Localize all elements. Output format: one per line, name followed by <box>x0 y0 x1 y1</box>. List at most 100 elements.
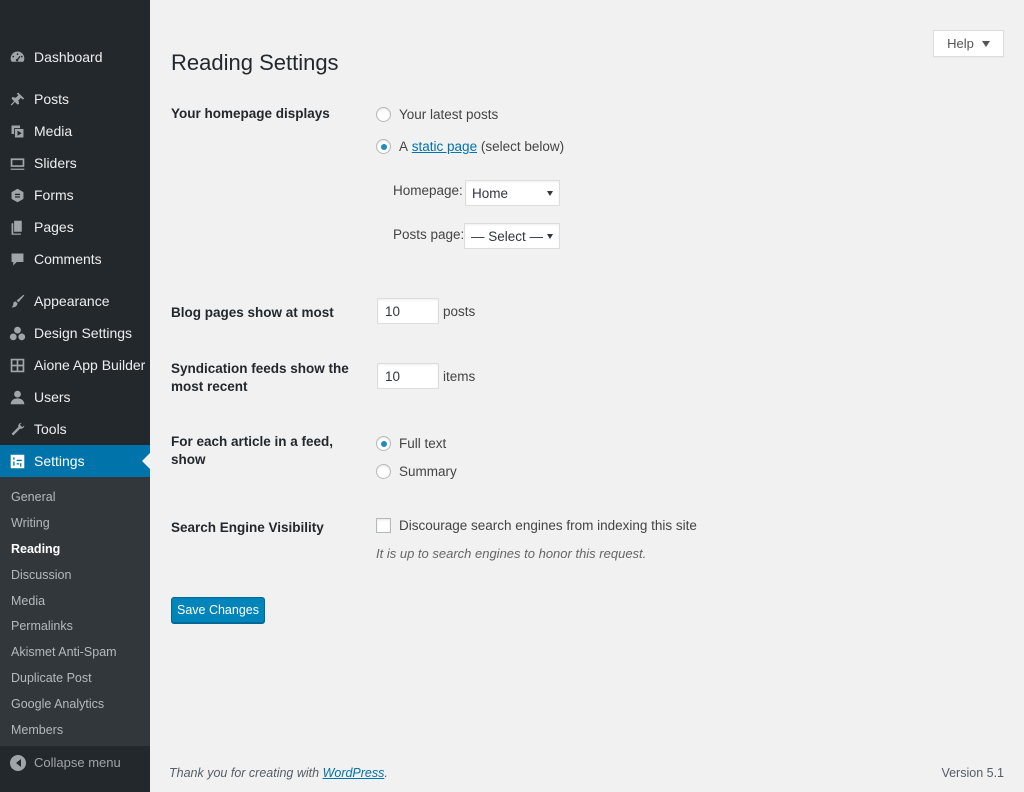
menu-label: Dashboard <box>34 49 103 65</box>
menu-posts[interactable]: Posts <box>0 83 150 115</box>
search-engine-label: Search Engine Visibility <box>171 520 324 535</box>
posts-page-select[interactable]: — Select — <box>464 223 560 249</box>
menu-sliders[interactable]: Sliders <box>0 147 150 179</box>
menu-tools[interactable]: Tools <box>0 413 150 445</box>
menu-label: Comments <box>34 251 102 267</box>
grid-icon <box>0 357 34 374</box>
menu-pages[interactable]: Pages <box>0 211 150 243</box>
full-text-label: Full text <box>399 436 447 451</box>
menu-appearance[interactable]: Appearance <box>0 285 150 317</box>
caret-down-icon <box>981 40 990 47</box>
submenu-duplicate-post[interactable]: Duplicate Post <box>0 665 150 691</box>
menu-label: Posts <box>34 91 70 107</box>
help-button[interactable]: Help <box>933 30 1004 57</box>
page-title: Reading Settings <box>171 50 339 75</box>
submenu-media[interactable]: Media <box>0 588 150 614</box>
menu-label: Users <box>34 389 71 405</box>
settings-submenu: General Writing Reading Discussion Media… <box>0 477 150 746</box>
menu-comments[interactable]: Comments <box>0 243 150 275</box>
discourage-search-label: Discourage search engines from indexing … <box>399 518 697 533</box>
collapse-menu-button[interactable]: Collapse menu <box>0 746 150 780</box>
pin-icon <box>0 91 34 108</box>
option-discourage-search[interactable]: Discourage search engines from indexing … <box>376 518 697 533</box>
static-page-link[interactable]: static page <box>412 139 477 154</box>
admin-sidebar: Dashboard Posts Media Sliders Forms Page… <box>0 0 150 792</box>
menu-label: Settings <box>34 453 85 469</box>
menu-design-settings[interactable]: Design Settings <box>0 317 150 349</box>
collapse-label: Collapse menu <box>34 755 121 771</box>
settings-icon <box>0 453 34 470</box>
forms-icon <box>0 187 34 204</box>
syndication-label: Syndication feeds show the most recent <box>171 361 349 394</box>
homepage-select[interactable]: Home <box>465 180 560 206</box>
wrench-icon <box>0 421 34 438</box>
pages-icon <box>0 219 34 236</box>
full-text-radio[interactable] <box>376 436 391 451</box>
menu-label: Appearance <box>34 293 110 309</box>
footer-thanks-suffix: . <box>384 766 388 780</box>
menu-label: Design Settings <box>34 325 133 341</box>
comment-icon <box>0 251 34 268</box>
media-icon <box>0 123 34 140</box>
static-suffix: (select below) <box>480 139 565 154</box>
footer-version: Version 5.1 <box>941 766 1004 780</box>
menu-aione-app-builder[interactable]: Aione App Builder <box>0 349 150 381</box>
static-prefix: A <box>399 139 409 154</box>
posts-unit: posts <box>443 304 476 319</box>
submenu-akismet[interactable]: Akismet Anti-Spam <box>0 639 150 665</box>
posts-page-select-value: — Select — <box>471 228 544 244</box>
brush-icon <box>0 293 34 310</box>
search-engine-description: It is up to search engines to honor this… <box>376 546 647 561</box>
main-content: Help Reading Settings Your homepage disp… <box>150 0 1024 792</box>
option-static-page[interactable]: A static page (select below) <box>376 139 564 154</box>
menu-label: Sliders <box>34 155 77 171</box>
slider-icon <box>0 155 34 172</box>
posts-page-select-label: Posts page: <box>393 227 465 242</box>
feed-article-label: For each article in a feed, show <box>171 434 334 467</box>
menu-label: Tools <box>34 421 67 437</box>
items-unit: items <box>443 369 476 384</box>
option-full-text[interactable]: Full text <box>376 436 446 451</box>
menu-media[interactable]: Media <box>0 115 150 147</box>
menu-users[interactable]: Users <box>0 381 150 413</box>
posts-per-page-input[interactable]: 10 <box>377 298 439 324</box>
menu-dashboard[interactable]: Dashboard <box>0 41 150 73</box>
homepage-displays-label: Your homepage displays <box>171 106 330 121</box>
feed-items-input[interactable]: 10 <box>377 363 439 389</box>
submenu-google-analytics[interactable]: Google Analytics <box>0 691 150 717</box>
menu-forms[interactable]: Forms <box>0 179 150 211</box>
footer-thanks-prefix: Thank you for creating with <box>169 766 320 780</box>
submenu-reading[interactable]: Reading <box>0 536 150 562</box>
static-page-radio[interactable] <box>376 139 391 154</box>
submenu-discussion[interactable]: Discussion <box>0 562 150 588</box>
palette-icon <box>0 325 34 342</box>
homepage-select-value: Home <box>472 185 509 201</box>
homepage-select-label: Homepage: <box>393 183 463 198</box>
option-summary[interactable]: Summary <box>376 464 457 479</box>
submenu-permalinks[interactable]: Permalinks <box>0 613 150 639</box>
help-label: Help <box>947 36 974 51</box>
dashboard-icon <box>0 49 34 66</box>
blog-pages-label: Blog pages show at most <box>171 305 334 320</box>
footer-thanks: Thank you for creating with WordPress. <box>169 766 388 780</box>
menu-settings[interactable]: Settings <box>0 445 150 477</box>
save-changes-button[interactable]: Save Changes <box>171 597 265 623</box>
option-latest-posts[interactable]: Your latest posts <box>376 107 498 122</box>
collapse-arrow-icon <box>10 754 26 771</box>
menu-label: Aione App Builder <box>34 357 146 373</box>
menu-label: Media <box>34 123 73 139</box>
menu-label: Pages <box>34 219 74 235</box>
dropdown-arrow-icon <box>547 191 553 196</box>
summary-label: Summary <box>399 464 457 479</box>
dropdown-arrow-icon <box>547 234 553 239</box>
submenu-members[interactable]: Members <box>0 717 150 743</box>
user-icon <box>0 389 34 406</box>
latest-posts-label: Your latest posts <box>399 107 499 122</box>
summary-radio[interactable] <box>376 464 391 479</box>
wordpress-link[interactable]: WordPress <box>323 766 385 780</box>
submenu-general[interactable]: General <box>0 484 150 510</box>
discourage-search-checkbox[interactable] <box>376 518 391 533</box>
menu-label: Forms <box>34 187 74 203</box>
latest-posts-radio[interactable] <box>376 107 391 122</box>
submenu-writing[interactable]: Writing <box>0 510 150 536</box>
